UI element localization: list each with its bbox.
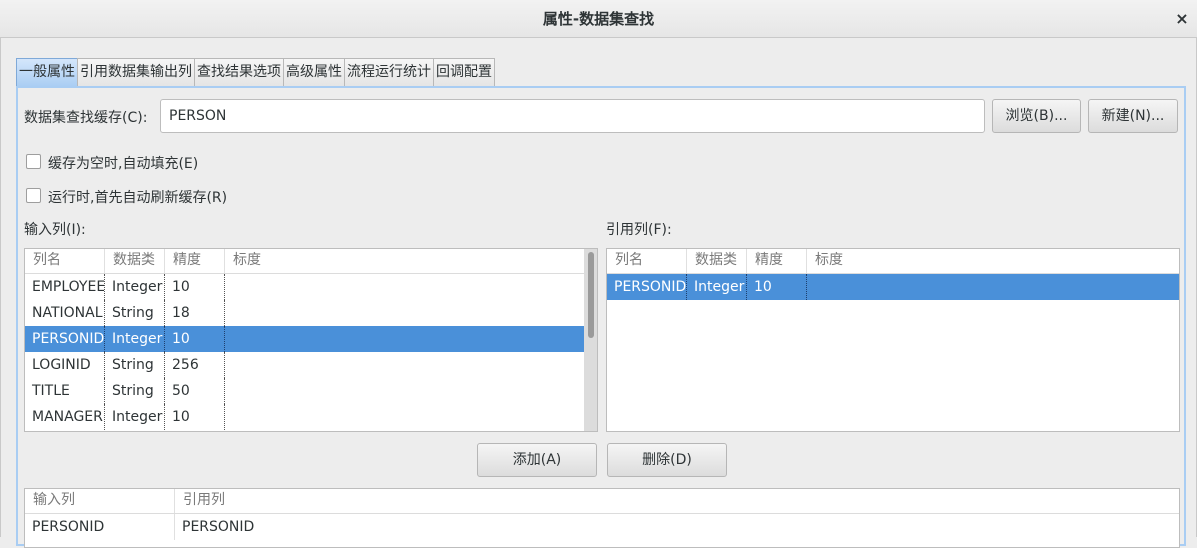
cache-label: 数据集查找缓存(C): bbox=[24, 110, 148, 126]
cell-scale bbox=[807, 274, 1179, 300]
cell-type: String bbox=[105, 300, 165, 326]
cell-name: EMPLOYEE bbox=[25, 274, 105, 300]
cell-input: PERSONID bbox=[25, 514, 175, 540]
cell-name: MANAGERI bbox=[25, 404, 105, 430]
cache-input[interactable]: PERSON bbox=[160, 99, 985, 133]
cell-name: PERSONID bbox=[607, 274, 687, 300]
ref-columns-table: 列名 数据类 精度 标度 PERSONID Integer 10 bbox=[606, 248, 1180, 432]
cell-scale bbox=[225, 326, 585, 352]
tab-callback[interactable]: 回调配置 bbox=[433, 58, 495, 87]
table-row[interactable]: LOGINID String 256 bbox=[25, 352, 597, 378]
auto-fill-label: 缓存为空时,自动填充(E) bbox=[48, 156, 199, 172]
cell-precision: 10 bbox=[165, 326, 225, 352]
header-col-precision[interactable]: 精度 bbox=[747, 249, 807, 273]
mapping-table: 输入列 引用列 PERSONID PERSONID bbox=[24, 488, 1180, 548]
table-header: 输入列 引用列 bbox=[25, 489, 1179, 514]
browse-button[interactable]: 浏览(B)... bbox=[992, 99, 1081, 133]
auto-refresh-label: 运行时,首先自动刷新缓存(R) bbox=[48, 190, 228, 206]
table-row[interactable]: MANAGERI Integer 10 bbox=[25, 404, 597, 430]
tab-strip: 一般属性 引用数据集输出列 查找结果选项 高级属性 流程运行统计 回调配置 bbox=[16, 58, 495, 87]
cell-precision: 50 bbox=[165, 378, 225, 404]
header-col-scale[interactable]: 标度 bbox=[807, 249, 1179, 273]
cell-scale bbox=[225, 300, 585, 326]
cell-precision: 10 bbox=[165, 404, 225, 430]
auto-fill-checkbox[interactable] bbox=[26, 154, 41, 169]
table-row[interactable]: NATIONAL String 18 bbox=[25, 300, 597, 326]
header-col-type[interactable]: 数据类 bbox=[687, 249, 747, 273]
cell-type: Integer bbox=[105, 404, 165, 430]
cell-name: LOGINID bbox=[25, 352, 105, 378]
cell-precision: 18 bbox=[165, 300, 225, 326]
cell-scale bbox=[225, 352, 585, 378]
ref-columns-label: 引用列(F): bbox=[606, 222, 672, 238]
cell-type: Integer bbox=[105, 326, 165, 352]
cell-ref: PERSONID bbox=[182, 519, 255, 535]
table-row[interactable]: TITLE String 50 bbox=[25, 378, 597, 404]
cell-type: String bbox=[105, 378, 165, 404]
header-col-name[interactable]: 列名 bbox=[25, 249, 105, 273]
tab-lookup-options[interactable]: 查找结果选项 bbox=[194, 58, 284, 87]
table-row[interactable]: EMPLOYEE Integer 10 bbox=[25, 274, 597, 300]
tab-ref-output-columns[interactable]: 引用数据集输出列 bbox=[77, 58, 195, 87]
auto-refresh-checkbox[interactable] bbox=[26, 188, 41, 203]
input-table-scrollbar[interactable] bbox=[584, 249, 597, 431]
tab-advanced[interactable]: 高级属性 bbox=[283, 58, 345, 87]
scrollbar-thumb[interactable] bbox=[588, 252, 594, 338]
input-columns-label: 输入列(I): bbox=[24, 222, 86, 238]
cell-precision: 10 bbox=[165, 274, 225, 300]
cell-name: TITLE bbox=[25, 378, 105, 404]
header-col-type[interactable]: 数据类 bbox=[105, 249, 165, 273]
table-header: 列名 数据类 精度 标度 bbox=[607, 249, 1179, 274]
cell-type: String bbox=[105, 352, 165, 378]
delete-button[interactable]: 删除(D) bbox=[607, 443, 727, 477]
header-ref-column[interactable]: 引用列 bbox=[175, 489, 1179, 513]
cell-name: PERSONID bbox=[25, 326, 105, 352]
table-row-selected[interactable]: PERSONID Integer 10 bbox=[607, 274, 1179, 300]
table-row[interactable]: PERSONID PERSONID bbox=[25, 514, 1179, 540]
header-input-column[interactable]: 输入列 bbox=[25, 489, 175, 513]
header-col-precision[interactable]: 精度 bbox=[165, 249, 225, 273]
add-button[interactable]: 添加(A) bbox=[477, 443, 597, 477]
new-button[interactable]: 新建(N)... bbox=[1088, 99, 1178, 133]
table-row-selected[interactable]: PERSONID Integer 10 bbox=[25, 326, 597, 352]
cell-precision: 10 bbox=[747, 274, 807, 300]
cell-scale bbox=[225, 378, 585, 404]
header-col-name[interactable]: 列名 bbox=[607, 249, 687, 273]
cell-scale bbox=[225, 404, 585, 430]
input-columns-table: 列名 数据类 精度 标度 EMPLOYEE Integer 10 NATIONA… bbox=[24, 248, 598, 432]
table-header: 列名 数据类 精度 标度 bbox=[25, 249, 597, 274]
window-title: 属性-数据集查找 bbox=[542, 10, 655, 28]
cell-type: Integer bbox=[687, 274, 747, 300]
cell-name: NATIONAL bbox=[25, 300, 105, 326]
tab-run-stats[interactable]: 流程运行统计 bbox=[344, 58, 434, 87]
close-icon[interactable]: × bbox=[1172, 9, 1192, 29]
cell-type: Integer bbox=[105, 274, 165, 300]
cell-scale bbox=[225, 274, 585, 300]
cell-precision: 256 bbox=[165, 352, 225, 378]
tab-general[interactable]: 一般属性 bbox=[16, 58, 78, 87]
header-col-scale[interactable]: 标度 bbox=[225, 249, 585, 273]
